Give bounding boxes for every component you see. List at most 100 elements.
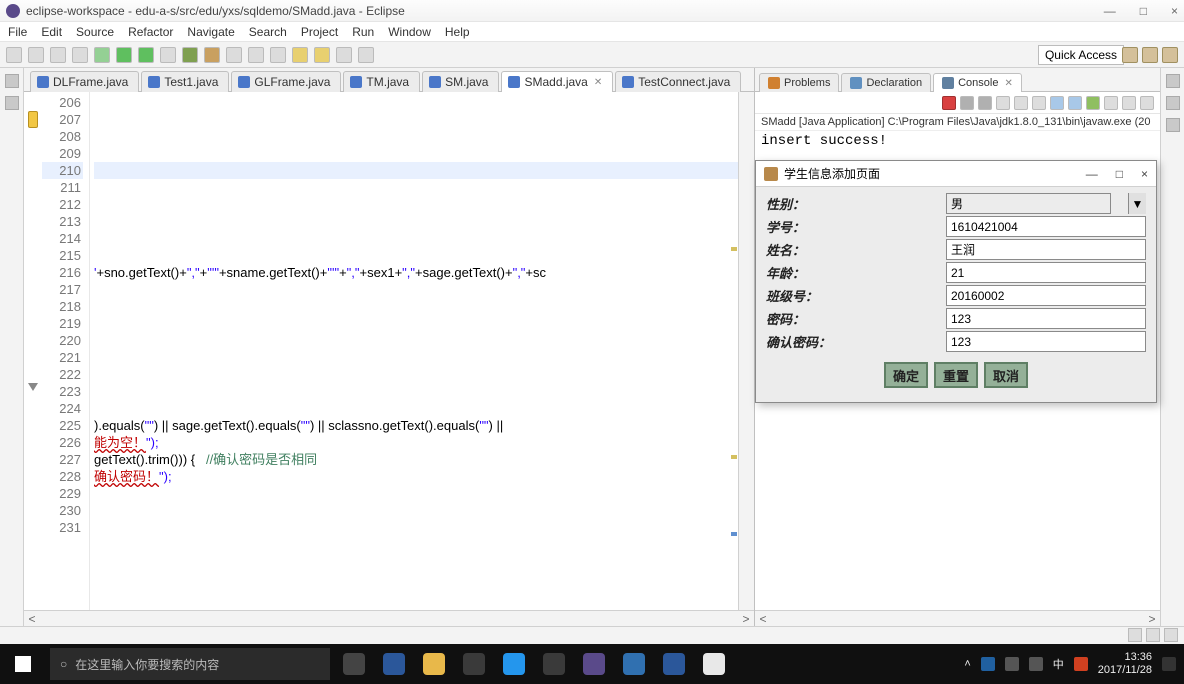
close-view-icon[interactable]: ✕ [1004,78,1012,89]
run-icon[interactable] [116,47,132,63]
open-console-icon[interactable] [1068,96,1082,110]
dialog-close-button[interactable]: × [1141,167,1148,181]
new-package-icon[interactable] [204,47,220,63]
class-input[interactable] [946,285,1146,306]
menu-navigate[interactable]: Navigate [187,25,234,39]
tray-volume-icon[interactable] [1029,657,1043,671]
debug-icon[interactable] [94,47,110,63]
prev-annotation-icon[interactable] [314,47,330,63]
start-button[interactable] [0,644,46,684]
menu-source[interactable]: Source [76,25,114,39]
sno-input[interactable] [946,216,1146,237]
pwd-input[interactable] [946,308,1146,329]
back-icon[interactable] [336,47,352,63]
taskbar-app-java[interactable] [694,644,734,684]
menu-search[interactable]: Search [249,25,287,39]
new-console-icon[interactable] [1104,96,1118,110]
console-scrollbar[interactable]: < > [755,610,1160,626]
tray-chevron-icon[interactable]: ˄ [964,658,970,670]
restore-view-icon[interactable] [1166,118,1180,132]
pin-console-icon[interactable] [1032,96,1046,110]
code-area[interactable]: '+sno.getText()+","+"'"+sname.getText()+… [90,92,754,610]
menu-file[interactable]: File [8,25,27,39]
new-class-icon[interactable] [182,47,198,63]
tab-test1[interactable]: Test1.java [141,71,229,92]
package-explorer-icon[interactable] [5,74,19,88]
tab-sm[interactable]: SM.java [422,71,499,92]
taskbar-app-eclipse[interactable] [574,644,614,684]
perspective-debug-icon[interactable] [1142,47,1158,63]
tray-ime-label[interactable]: 中 [1053,656,1064,672]
cancel-button[interactable]: 取消 [984,362,1028,388]
taskbar-app-tools[interactable] [614,644,654,684]
maximize-button[interactable]: □ [1140,4,1147,18]
dialog-minimize-button[interactable]: — [1086,167,1098,181]
overview-ruler[interactable] [730,92,738,610]
status-icon-2[interactable] [1146,628,1160,642]
taskbar-app-qq[interactable] [494,644,534,684]
close-tab-icon[interactable]: ✕ [594,77,602,88]
age-input[interactable] [946,262,1146,283]
tab-declaration[interactable]: Declaration [841,73,931,92]
dialog-title-bar[interactable]: 学生信息添加页面 — □ × [756,161,1156,187]
minimize-button[interactable]: — [1104,4,1116,18]
horizontal-scrollbar[interactable]: < > [24,610,754,626]
tab-glframe[interactable]: GLFrame.java [231,71,341,92]
minimize-icon[interactable] [1122,96,1136,110]
scroll-left-icon[interactable]: < [755,612,771,626]
console-output[interactable]: insert success! [755,131,1160,151]
taskbar-app-wechat[interactable] [534,644,574,684]
tab-problems[interactable]: Problems [759,73,839,92]
perspective-java-icon[interactable] [1122,47,1138,63]
coverage-icon[interactable] [160,47,176,63]
editor-body[interactable]: 2062072082092102112122132142152162172182… [24,92,754,610]
scroll-lock-icon[interactable] [1014,96,1028,110]
dialog-maximize-button[interactable]: □ [1116,167,1123,181]
maximize-icon[interactable] [1140,96,1154,110]
outline-icon[interactable] [1166,74,1180,88]
build-icon[interactable] [72,47,88,63]
open-type-icon[interactable] [226,47,242,63]
taskbar-app-store[interactable] [454,644,494,684]
dropdown-arrow-icon[interactable]: ▼ [1128,193,1146,214]
new-icon[interactable] [6,47,22,63]
ok-button[interactable]: 确定 [884,362,928,388]
tab-console[interactable]: Console✕ [933,73,1022,92]
close-button[interactable]: × [1171,4,1178,18]
show-console-icon[interactable] [1086,96,1100,110]
scroll-right-icon[interactable]: > [1144,612,1160,626]
taskbar-search[interactable]: ○ 在这里输入你要搜索的内容 [50,648,330,680]
clear-console-icon[interactable] [996,96,1010,110]
save-all-icon[interactable] [50,47,66,63]
pwd2-input[interactable] [946,331,1146,352]
menu-project[interactable]: Project [301,25,338,39]
tab-smadd[interactable]: SMadd.java✕ [501,71,613,92]
status-icon-3[interactable] [1164,628,1178,642]
tray-sogou-icon[interactable] [1074,657,1088,671]
taskbar-app-word[interactable] [654,644,694,684]
terminate-icon[interactable] [942,96,956,110]
save-icon[interactable] [28,47,44,63]
next-annotation-icon[interactable] [292,47,308,63]
menu-run[interactable]: Run [352,25,374,39]
tab-testconnect[interactable]: TestConnect.java [615,71,741,92]
menu-edit[interactable]: Edit [41,25,62,39]
scroll-right-icon[interactable]: > [738,612,754,626]
display-selected-icon[interactable] [1050,96,1064,110]
run-last-icon[interactable] [138,47,154,63]
remove-all-icon[interactable] [978,96,992,110]
menu-help[interactable]: Help [445,25,470,39]
menu-refactor[interactable]: Refactor [128,25,173,39]
forward-icon[interactable] [358,47,374,63]
taskbar-app-edge[interactable] [374,644,414,684]
menu-window[interactable]: Window [388,25,431,39]
name-input[interactable] [946,239,1146,260]
taskbar-clock[interactable]: 13:36 2017/11/28 [1098,651,1152,677]
gender-select[interactable] [946,193,1111,214]
task-view-button[interactable] [334,644,374,684]
tray-security-icon[interactable] [981,657,995,671]
reset-button[interactable]: 重置 [934,362,978,388]
task-list-icon[interactable] [1166,96,1180,110]
status-icon-1[interactable] [1128,628,1142,642]
perspective-other-icon[interactable] [1162,47,1178,63]
